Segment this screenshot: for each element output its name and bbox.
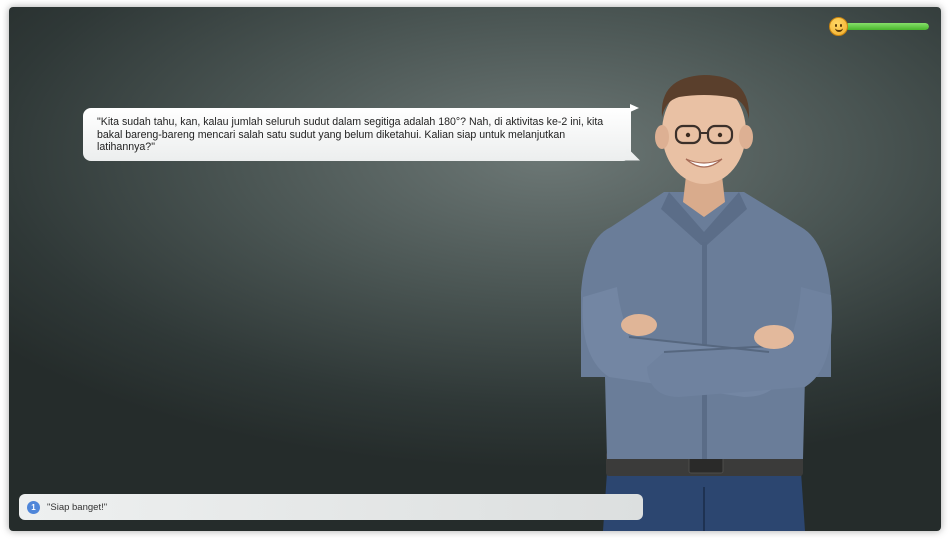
mood-progress-fill (845, 23, 929, 30)
mood-progress-track (845, 23, 929, 30)
answer-text: "Siap banget!" (47, 501, 108, 513)
teacher-character (581, 75, 832, 531)
smiley-face-icon (829, 17, 848, 36)
answer-option-1[interactable]: 1 "Siap banget!" (19, 494, 643, 520)
speech-bubble: "Kita sudah tahu, kan, kalau jumlah selu… (83, 104, 640, 161)
game-scene: "Kita sudah tahu, kan, kalau jumlah selu… (9, 7, 941, 531)
answer-number-badge: 1 (27, 500, 40, 514)
dialogue-text: "Kita sudah tahu, kan, kalau jumlah selu… (97, 116, 604, 153)
mood-meter (829, 17, 929, 36)
